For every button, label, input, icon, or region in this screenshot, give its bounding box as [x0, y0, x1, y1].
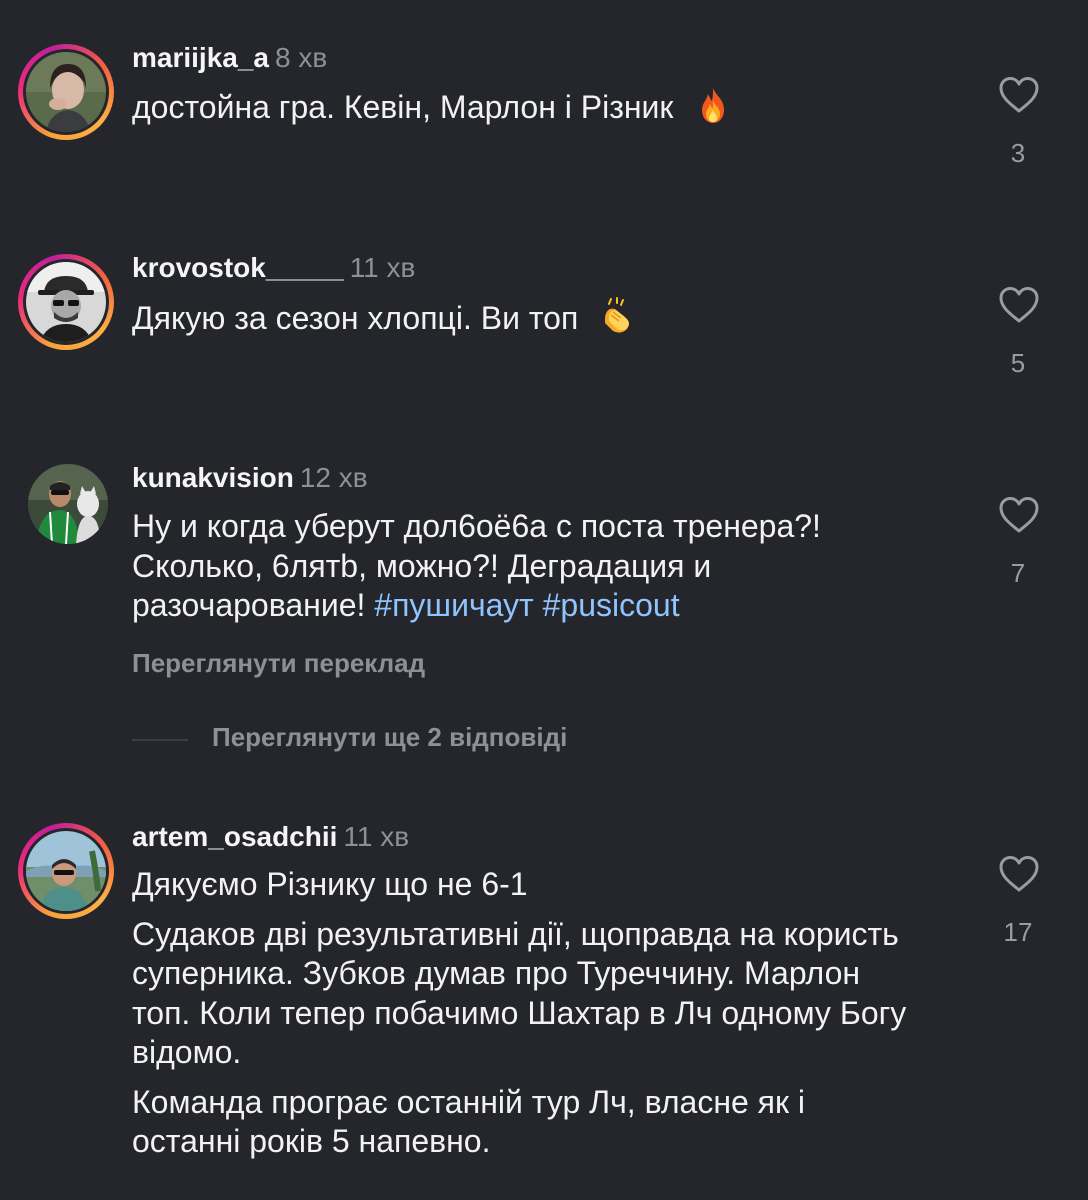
- timestamp: 8 хв: [275, 42, 328, 73]
- like-count: 7: [1010, 558, 1026, 588]
- comment-paragraph: Судаков дві результативні дії, щоправда …: [132, 915, 907, 1071]
- comment-header: artem_osadchii 11 хв: [132, 820, 409, 854]
- like-count: 17: [1003, 917, 1033, 947]
- hashtag-link[interactable]: #пушичаут #pusicout: [374, 587, 679, 623]
- comment-body-line: разочарование! #пушичаут #pusicout: [132, 586, 952, 626]
- fire-emoji-icon: [702, 88, 725, 123]
- heart-icon[interactable]: [998, 496, 1040, 534]
- comment-body-line: Ну и когда уберут дол6оё6а с поста трене…: [132, 508, 821, 544]
- like-count: 3: [1010, 138, 1026, 168]
- comment-header: kunakvision 12 хв: [132, 461, 368, 495]
- heart-icon[interactable]: [998, 76, 1040, 114]
- comment-text: Ну и когда уберут дол6оё6а с поста трене…: [132, 507, 952, 626]
- avatar[interactable]: [18, 823, 114, 919]
- avatar[interactable]: [28, 464, 108, 544]
- replies-divider: [132, 739, 188, 741]
- like-count: 5: [1010, 348, 1026, 378]
- username[interactable]: artem_osadchii: [132, 821, 337, 852]
- comment-header: mariijka_a 8 хв: [132, 41, 327, 75]
- comment-paragraph: Дякуємо Різнику що не 6-1: [132, 866, 528, 902]
- timestamp: 12 хв: [299, 462, 368, 493]
- comment-body: Дякую за сезон хлопці. Ви топ: [132, 300, 579, 336]
- avatar[interactable]: [18, 254, 114, 350]
- timestamp: 11 хв: [349, 252, 416, 283]
- comment-text: Дякуємо Різнику що не 6-1 Судаков дві ре…: [132, 865, 922, 1162]
- comment-text: Дякую за сезон хлопці. Ви топ: [132, 297, 952, 339]
- comment-body: достойна гра. Кевін, Марлон і Різник: [132, 89, 674, 125]
- comment-body-text: разочарование!: [132, 587, 366, 623]
- heart-icon[interactable]: [998, 286, 1040, 324]
- view-replies-label: Переглянути ще 2 відповіді: [212, 722, 568, 752]
- username[interactable]: kunakvision: [132, 462, 294, 493]
- comment-paragraph: Команда програє останній тур Лч, власне …: [132, 1083, 805, 1160]
- comment-body-line: Сколько, 6лятb, можно?! Деградация и: [132, 547, 712, 584]
- comment-text: достойна гра. Кевін, Марлон і Різник: [132, 86, 952, 128]
- avatar[interactable]: [18, 44, 114, 140]
- username[interactable]: krovostok_____: [132, 252, 344, 283]
- clapping-hands-emoji-icon: [605, 297, 630, 333]
- comment-header: krovostok_____ 11 хв: [132, 251, 415, 285]
- view-translation-link[interactable]: Переглянути переклад: [132, 648, 425, 679]
- heart-icon[interactable]: [998, 855, 1040, 893]
- username[interactable]: mariijka_a: [132, 42, 269, 73]
- timestamp: 11 хв: [343, 821, 410, 852]
